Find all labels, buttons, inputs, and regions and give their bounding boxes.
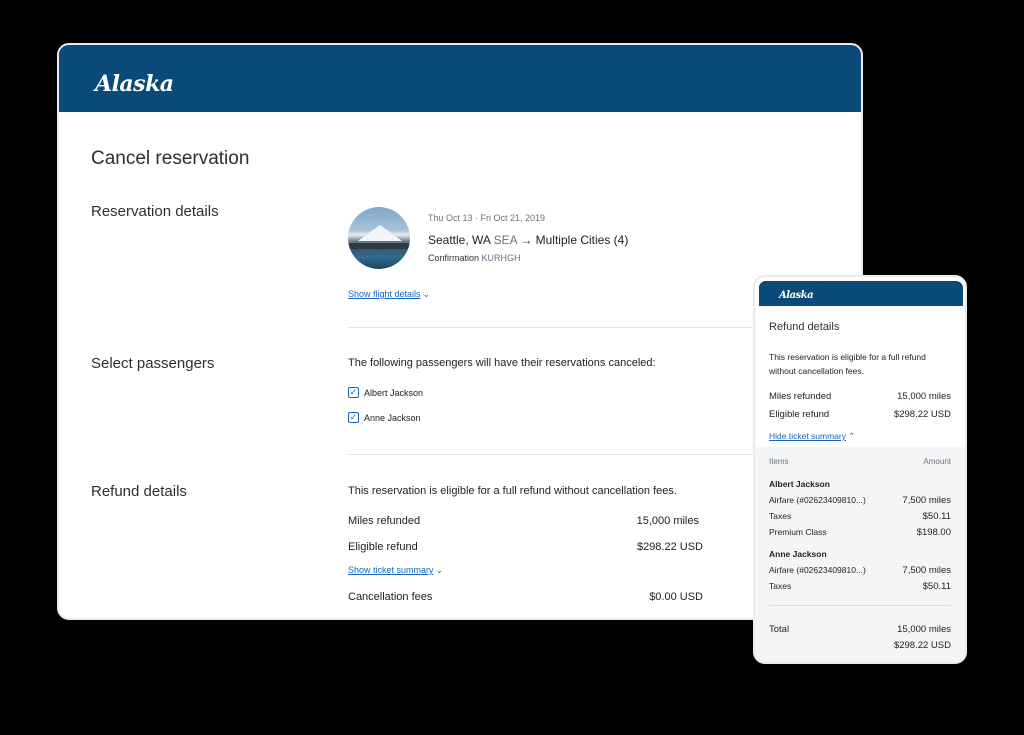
show-flight-details-label: Show flight details	[348, 289, 421, 299]
trip-dates: Thu Oct 13 · Fri Oct 21, 2019	[428, 213, 546, 223]
mobile-refund-title: Refund details	[769, 321, 840, 333]
summary-item-label: Airfare (#02623409810...)	[769, 565, 866, 575]
site-header: Alaska	[59, 45, 861, 112]
passenger-checkbox-anne[interactable]: ✓	[348, 412, 359, 423]
confirmation: Confirmation KURHGH	[428, 253, 521, 263]
eligible-refund-label: Eligible refund	[348, 541, 418, 553]
hide-ticket-summary-label: Hide ticket summary	[769, 431, 846, 441]
mountain-shape	[358, 225, 402, 241]
show-ticket-summary-label: Show ticket summary	[348, 565, 434, 575]
show-flight-details-link[interactable]: Show flight details ⌄	[348, 289, 430, 300]
summary-item-amount: 7,500 miles	[902, 565, 951, 576]
confirmation-label: Confirmation	[428, 253, 480, 263]
mobile-refund-note: This reservation is eligible for a full …	[769, 352, 926, 376]
summary-divider	[769, 605, 951, 606]
alaska-logo[interactable]: Alaska	[95, 71, 174, 97]
destination-city: Multiple Cities (4)	[535, 233, 629, 247]
arrow-right-icon: →	[520, 233, 533, 247]
show-ticket-summary-link[interactable]: Show ticket summary ⌄	[348, 565, 443, 576]
cancellation-fees-value: $0.00 USD	[649, 591, 703, 603]
summary-item-amount: $50.11	[922, 511, 951, 522]
reservation-details-heading: Reservation details	[91, 203, 219, 220]
checkmark-icon: ✓	[349, 387, 358, 397]
refund-note: This reservation is eligible for a full …	[348, 485, 677, 497]
summary-passenger-name: Anne Jackson	[769, 549, 827, 559]
items-column-header: Items	[769, 457, 789, 466]
checkmark-icon: ✓	[349, 412, 358, 422]
total-miles: 15,000 miles	[897, 624, 951, 635]
section-divider	[348, 454, 768, 455]
passengers-intro: The following passengers will have their…	[348, 357, 656, 369]
total-label: Total	[769, 624, 790, 635]
summary-item-amount: $50.11	[922, 581, 951, 592]
trip-route: Seattle, WA SEA → Multiple Cities (4)	[428, 233, 628, 247]
summary-item-amount: $198.00	[916, 527, 951, 538]
mobile-window: Alaska Refund details This reservation i…	[753, 275, 967, 664]
passenger-name: Anne Jackson	[364, 413, 421, 423]
destination-photo	[348, 207, 410, 269]
page-title: Cancel reservation	[91, 148, 250, 169]
summary-passenger-name: Albert Jackson	[769, 479, 830, 489]
total-amount: $298.22 USD	[893, 640, 951, 651]
summary-item-label: Premium Class	[769, 527, 827, 537]
mobile-eligible-value: $298.22 USD	[893, 409, 951, 420]
alaska-logo[interactable]: Alaska	[779, 290, 814, 301]
confirmation-code: KURHGH	[481, 253, 521, 263]
summary-item-label: Airfare (#02623409810...)	[769, 495, 866, 505]
miles-refunded-label: Miles refunded	[348, 515, 421, 527]
mobile-eligible-label: Eligible refund	[769, 409, 830, 420]
summary-item-amount: 7,500 miles	[902, 495, 951, 506]
desktop-window: Alaska Cancel reservation Reservation de…	[57, 43, 863, 620]
mobile-header: Alaska	[759, 281, 963, 306]
chevron-down-icon: ⌄	[422, 289, 431, 299]
mobile-miles-label: Miles refunded	[769, 391, 832, 402]
summary-item-label: Taxes	[769, 581, 792, 591]
shoreline-shape	[348, 243, 410, 249]
mobile-miles-value: 15,000 miles	[897, 391, 951, 402]
origin-code: SEA	[493, 233, 517, 247]
chevron-up-icon: ⌃	[848, 431, 856, 441]
refund-details-heading: Refund details	[91, 483, 187, 500]
hide-ticket-summary-link[interactable]: Hide ticket summary ⌃	[769, 431, 855, 442]
amount-column-header: Amount	[923, 457, 951, 466]
passenger-name: Albert Jackson	[364, 388, 424, 398]
origin-city: Seattle, WA	[428, 233, 491, 247]
miles-refunded-value: 15,000 miles	[636, 515, 699, 527]
passenger-checkbox-albert[interactable]: ✓	[348, 387, 359, 398]
eligible-refund-value: $298.22 USD	[636, 541, 703, 553]
summary-item-label: Taxes	[769, 511, 792, 521]
chevron-down-icon: ⌄	[435, 565, 444, 575]
select-passengers-heading: Select passengers	[91, 355, 215, 372]
section-divider	[348, 327, 768, 328]
cancellation-fees-label: Cancellation fees	[348, 591, 433, 603]
